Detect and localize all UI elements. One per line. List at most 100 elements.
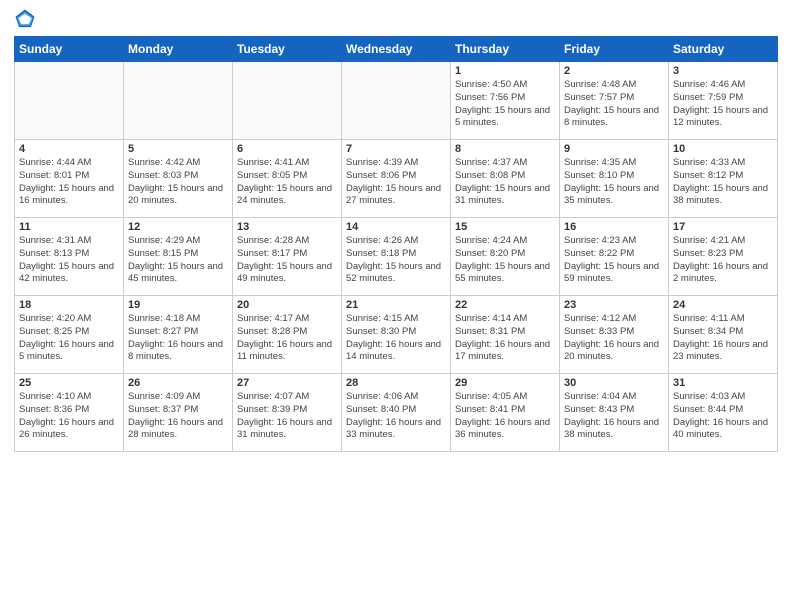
day-info: Sunrise: 4:44 AM Sunset: 8:01 PM Dayligh… bbox=[19, 157, 119, 208]
day-number: 16 bbox=[564, 221, 664, 233]
calendar-body: 1 Sunrise: 4:50 AM Sunset: 7:56 PM Daylig… bbox=[15, 62, 778, 452]
day-cell: 13 Sunrise: 4:28 AM Sunset: 8:17 PM Dayli… bbox=[233, 218, 342, 296]
day-info: Sunrise: 4:23 AM Sunset: 8:22 PM Dayligh… bbox=[564, 235, 664, 286]
header-saturday: Saturday bbox=[669, 37, 778, 62]
day-info: Sunrise: 4:10 AM Sunset: 8:36 PM Dayligh… bbox=[19, 391, 119, 442]
day-number: 4 bbox=[19, 143, 119, 155]
header-tuesday: Tuesday bbox=[233, 37, 342, 62]
header-monday: Monday bbox=[124, 37, 233, 62]
header bbox=[14, 10, 778, 30]
day-info: Sunrise: 4:09 AM Sunset: 8:37 PM Dayligh… bbox=[128, 391, 228, 442]
day-number: 19 bbox=[128, 299, 228, 311]
day-cell: 24 Sunrise: 4:11 AM Sunset: 8:34 PM Dayli… bbox=[669, 296, 778, 374]
day-cell: 14 Sunrise: 4:26 AM Sunset: 8:18 PM Dayli… bbox=[342, 218, 451, 296]
day-number: 24 bbox=[673, 299, 773, 311]
week-row-2: 4 Sunrise: 4:44 AM Sunset: 8:01 PM Daylig… bbox=[15, 140, 778, 218]
day-number: 10 bbox=[673, 143, 773, 155]
day-cell: 16 Sunrise: 4:23 AM Sunset: 8:22 PM Dayli… bbox=[560, 218, 669, 296]
day-info: Sunrise: 4:20 AM Sunset: 8:25 PM Dayligh… bbox=[19, 313, 119, 364]
day-number: 2 bbox=[564, 65, 664, 77]
day-cell bbox=[124, 62, 233, 140]
day-info: Sunrise: 4:05 AM Sunset: 8:41 PM Dayligh… bbox=[455, 391, 555, 442]
day-info: Sunrise: 4:12 AM Sunset: 8:33 PM Dayligh… bbox=[564, 313, 664, 364]
day-cell: 25 Sunrise: 4:10 AM Sunset: 8:36 PM Dayli… bbox=[15, 374, 124, 452]
day-info: Sunrise: 4:04 AM Sunset: 8:43 PM Dayligh… bbox=[564, 391, 664, 442]
day-cell bbox=[15, 62, 124, 140]
day-number: 7 bbox=[346, 143, 446, 155]
day-number: 1 bbox=[455, 65, 555, 77]
day-cell: 27 Sunrise: 4:07 AM Sunset: 8:39 PM Dayli… bbox=[233, 374, 342, 452]
day-cell: 2 Sunrise: 4:48 AM Sunset: 7:57 PM Daylig… bbox=[560, 62, 669, 140]
day-info: Sunrise: 4:26 AM Sunset: 8:18 PM Dayligh… bbox=[346, 235, 446, 286]
day-info: Sunrise: 4:14 AM Sunset: 8:31 PM Dayligh… bbox=[455, 313, 555, 364]
day-cell: 31 Sunrise: 4:03 AM Sunset: 8:44 PM Dayli… bbox=[669, 374, 778, 452]
day-info: Sunrise: 4:31 AM Sunset: 8:13 PM Dayligh… bbox=[19, 235, 119, 286]
day-number: 22 bbox=[455, 299, 555, 311]
day-cell: 12Sunrise: 4:29 AM Sunset: 8:15 PM Dayli… bbox=[124, 218, 233, 296]
day-info: Sunrise: 4:07 AM Sunset: 8:39 PM Dayligh… bbox=[237, 391, 337, 442]
day-cell: 1 Sunrise: 4:50 AM Sunset: 7:56 PM Daylig… bbox=[451, 62, 560, 140]
day-number: 20 bbox=[237, 299, 337, 311]
day-cell bbox=[233, 62, 342, 140]
day-cell: 5 Sunrise: 4:42 AM Sunset: 8:03 PM Daylig… bbox=[124, 140, 233, 218]
day-number: 27 bbox=[237, 377, 337, 389]
day-cell: 28Sunrise: 4:06 AM Sunset: 8:40 PM Dayli… bbox=[342, 374, 451, 452]
day-number: 21 bbox=[346, 299, 446, 311]
week-row-4: 18 Sunrise: 4:20 AM Sunset: 8:25 PM Dayli… bbox=[15, 296, 778, 374]
day-cell: 29Sunrise: 4:05 AM Sunset: 8:41 PM Dayli… bbox=[451, 374, 560, 452]
day-info: Sunrise: 4:37 AM Sunset: 8:08 PM Dayligh… bbox=[455, 157, 555, 208]
day-number: 18 bbox=[19, 299, 119, 311]
day-info: Sunrise: 4:28 AM Sunset: 8:17 PM Dayligh… bbox=[237, 235, 337, 286]
day-cell bbox=[342, 62, 451, 140]
week-row-3: 11 Sunrise: 4:31 AM Sunset: 8:13 PM Dayli… bbox=[15, 218, 778, 296]
day-number: 6 bbox=[237, 143, 337, 155]
day-cell: 17Sunrise: 4:21 AM Sunset: 8:23 PM Dayli… bbox=[669, 218, 778, 296]
day-number: 3 bbox=[673, 65, 773, 77]
page: SundayMondayTuesdayWednesdayThursdayFrid… bbox=[0, 0, 792, 612]
day-info: Sunrise: 4:50 AM Sunset: 7:56 PM Dayligh… bbox=[455, 79, 555, 130]
day-number: 15 bbox=[455, 221, 555, 233]
day-info: Sunrise: 4:48 AM Sunset: 7:57 PM Dayligh… bbox=[564, 79, 664, 130]
day-number: 30 bbox=[564, 377, 664, 389]
day-number: 25 bbox=[19, 377, 119, 389]
day-info: Sunrise: 4:39 AM Sunset: 8:06 PM Dayligh… bbox=[346, 157, 446, 208]
day-number: 23 bbox=[564, 299, 664, 311]
day-cell: 15Sunrise: 4:24 AM Sunset: 8:20 PM Dayli… bbox=[451, 218, 560, 296]
day-cell: 4 Sunrise: 4:44 AM Sunset: 8:01 PM Daylig… bbox=[15, 140, 124, 218]
day-number: 11 bbox=[19, 221, 119, 233]
day-info: Sunrise: 4:35 AM Sunset: 8:10 PM Dayligh… bbox=[564, 157, 664, 208]
day-number: 5 bbox=[128, 143, 228, 155]
day-number: 14 bbox=[346, 221, 446, 233]
day-info: Sunrise: 4:11 AM Sunset: 8:34 PM Dayligh… bbox=[673, 313, 773, 364]
day-info: Sunrise: 4:03 AM Sunset: 8:44 PM Dayligh… bbox=[673, 391, 773, 442]
day-cell: 21 Sunrise: 4:15 AM Sunset: 8:30 PM Dayli… bbox=[342, 296, 451, 374]
day-number: 31 bbox=[673, 377, 773, 389]
day-number: 13 bbox=[237, 221, 337, 233]
calendar: SundayMondayTuesdayWednesdayThursdayFrid… bbox=[14, 36, 778, 452]
day-cell: 3Sunrise: 4:46 AM Sunset: 7:59 PM Daylig… bbox=[669, 62, 778, 140]
header-sunday: Sunday bbox=[15, 37, 124, 62]
day-info: Sunrise: 4:42 AM Sunset: 8:03 PM Dayligh… bbox=[128, 157, 228, 208]
header-wednesday: Wednesday bbox=[342, 37, 451, 62]
day-cell: 11 Sunrise: 4:31 AM Sunset: 8:13 PM Dayli… bbox=[15, 218, 124, 296]
day-cell: 7 Sunrise: 4:39 AM Sunset: 8:06 PM Daylig… bbox=[342, 140, 451, 218]
logo bbox=[14, 10, 40, 30]
header-row: SundayMondayTuesdayWednesdayThursdayFrid… bbox=[15, 37, 778, 62]
day-cell: 22 Sunrise: 4:14 AM Sunset: 8:31 PM Dayli… bbox=[451, 296, 560, 374]
day-info: Sunrise: 4:15 AM Sunset: 8:30 PM Dayligh… bbox=[346, 313, 446, 364]
day-info: Sunrise: 4:41 AM Sunset: 8:05 PM Dayligh… bbox=[237, 157, 337, 208]
week-row-1: 1 Sunrise: 4:50 AM Sunset: 7:56 PM Daylig… bbox=[15, 62, 778, 140]
week-row-5: 25 Sunrise: 4:10 AM Sunset: 8:36 PM Dayli… bbox=[15, 374, 778, 452]
header-thursday: Thursday bbox=[451, 37, 560, 62]
calendar-header: SundayMondayTuesdayWednesdayThursdayFrid… bbox=[15, 37, 778, 62]
day-info: Sunrise: 4:17 AM Sunset: 8:28 PM Dayligh… bbox=[237, 313, 337, 364]
day-info: Sunrise: 4:33 AM Sunset: 8:12 PM Dayligh… bbox=[673, 157, 773, 208]
day-cell: 30 Sunrise: 4:04 AM Sunset: 8:43 PM Dayli… bbox=[560, 374, 669, 452]
day-cell: 18 Sunrise: 4:20 AM Sunset: 8:25 PM Dayli… bbox=[15, 296, 124, 374]
day-info: Sunrise: 4:18 AM Sunset: 8:27 PM Dayligh… bbox=[128, 313, 228, 364]
logo-icon bbox=[14, 8, 36, 30]
header-friday: Friday bbox=[560, 37, 669, 62]
day-number: 9 bbox=[564, 143, 664, 155]
day-info: Sunrise: 4:06 AM Sunset: 8:40 PM Dayligh… bbox=[346, 391, 446, 442]
day-cell: 19 Sunrise: 4:18 AM Sunset: 8:27 PM Dayli… bbox=[124, 296, 233, 374]
